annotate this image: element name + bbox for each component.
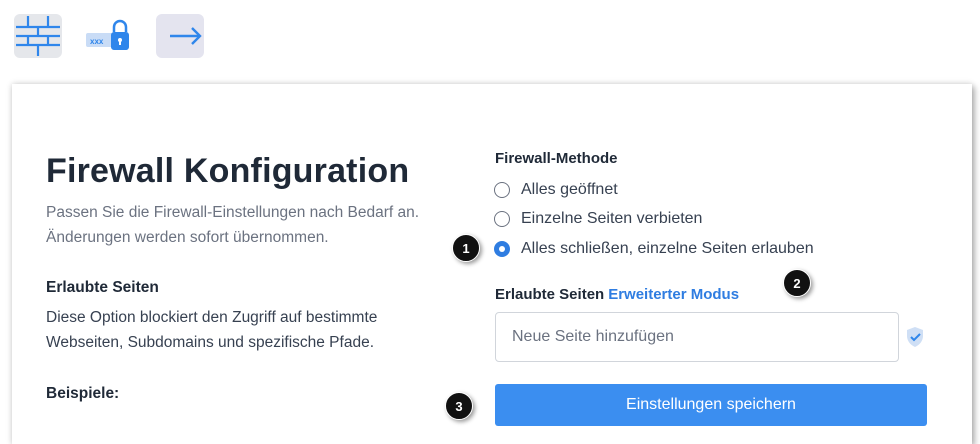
exit-arrow-icon[interactable] [156, 14, 204, 58]
page-title: Firewall Konfiguration [46, 152, 410, 190]
callout-marker: 1 [452, 234, 480, 262]
examples-heading: Beispiele: [46, 385, 120, 402]
radio-label: Alles schließen, einzelne Seiten erlaube… [521, 240, 814, 257]
advanced-mode-link[interactable]: Erweiterter Modus [608, 286, 739, 303]
allowed-pages-label: Erlaubte Seiten Erweiterter Modus [495, 286, 739, 303]
radio-option-open-all[interactable]: Alles geöffnet [494, 178, 618, 202]
svg-text:xxx: xxx [90, 37, 104, 46]
shield-check-icon [904, 325, 926, 354]
radio-label: Einzelne Seiten verbieten [521, 210, 703, 227]
radio-button[interactable] [494, 182, 510, 198]
radio-label: Alles geöffnet [521, 181, 618, 198]
radio-button[interactable] [494, 211, 510, 227]
allowed-pages-label-text: Erlaubte Seiten [495, 286, 605, 303]
allowed-pages-heading: Erlaubte Seiten [46, 279, 159, 296]
radio-option-block-single[interactable]: Einzelne Seiten verbieten [494, 207, 702, 231]
save-settings-button[interactable]: Einstellungen speichern [495, 384, 927, 426]
firewall-method-label: Firewall-Methode [495, 150, 618, 167]
page-subtitle: Passen Sie die Firewall-Einstellungen na… [46, 204, 420, 246]
callout-marker: 2 [783, 269, 811, 297]
allowed-pages-description: Diese Option blockiert den Zugriff auf b… [46, 309, 378, 351]
radio-button-selected[interactable] [494, 241, 510, 257]
callout-marker: 3 [445, 392, 473, 420]
password-lock-icon[interactable]: xxx [84, 14, 132, 58]
new-page-input[interactable] [495, 312, 899, 362]
top-toolbar: xxx [0, 0, 980, 82]
firewall-icon[interactable] [14, 14, 62, 58]
radio-option-close-all-allow-single[interactable]: Alles schließen, einzelne Seiten erlaube… [494, 237, 814, 261]
